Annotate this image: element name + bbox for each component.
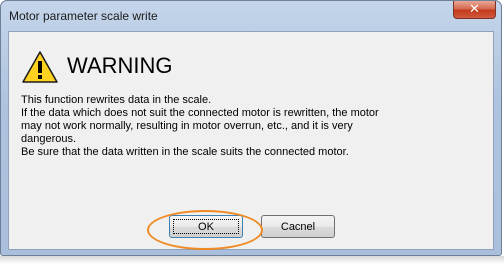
cancel-button-label: Cacnel [280, 220, 316, 233]
warning-heading: WARNING [67, 53, 173, 78]
dialog-body: WARNING This function rewrites data in t… [8, 31, 494, 250]
focus-rectangle [173, 219, 239, 234]
message-line: If the data which does not suit the conn… [21, 107, 379, 119]
warning-triangle-icon [22, 51, 58, 83]
title-bar[interactable]: Motor parameter scale write ✕ [1, 1, 501, 31]
close-button[interactable]: ✕ [453, 1, 496, 19]
ok-button[interactable]: OK [169, 215, 243, 238]
message-line: Be sure that the data written in the sca… [21, 146, 349, 158]
dialog-window: Motor parameter scale write ✕ WARNING Th… [0, 0, 502, 256]
close-icon: ✕ [469, 2, 480, 17]
window-title: Motor parameter scale write [9, 9, 158, 23]
message-line: may not work normally, resulting in moto… [21, 120, 353, 132]
message-line: This function rewrites data in the scale… [21, 94, 212, 106]
cancel-button[interactable]: Cacnel [261, 215, 335, 238]
window-shadow [0, 256, 504, 264]
warning-message: This function rewrites data in the scale… [21, 94, 483, 159]
message-line: dangerous. [21, 133, 77, 145]
